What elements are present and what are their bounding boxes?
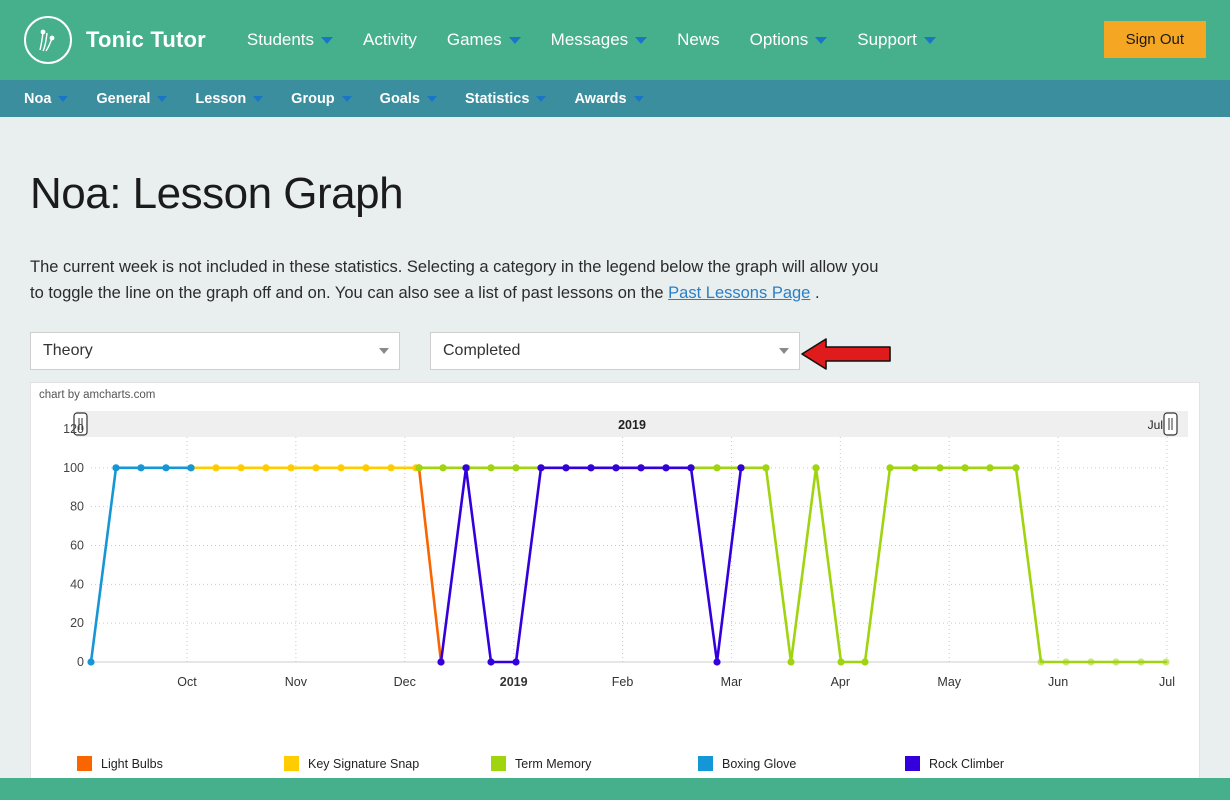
status-select-value: Completed: [443, 342, 521, 360]
lesson-graph-chart: chart by amcharts.com 2019 Jul 0 20 40 60 80 10…: [30, 382, 1200, 783]
svg-text:Nov: Nov: [285, 675, 308, 689]
nav-item-support[interactable]: Support: [842, 30, 951, 50]
chart-credit: chart by amcharts.com: [39, 389, 156, 402]
svg-text:May: May: [937, 675, 961, 689]
subnav-item-label: Group: [291, 90, 335, 107]
chevron-down-icon: [157, 95, 168, 102]
subnav-item-label: Goals: [379, 90, 420, 107]
subnav-item-general[interactable]: General: [82, 91, 181, 107]
svg-text:Jun: Jun: [1048, 675, 1068, 689]
nav-item-students[interactable]: Students: [232, 30, 348, 50]
status-select[interactable]: Completed: [430, 332, 800, 371]
legend-label: Light Bulbs: [101, 756, 163, 771]
subnav-item-goals[interactable]: Goals: [366, 91, 451, 107]
svg-text:120: 120: [63, 422, 84, 436]
subnav-item-awards[interactable]: Awards: [560, 91, 657, 107]
nav-item-label: Options: [749, 30, 809, 49]
subnav-item-group[interactable]: Group: [277, 91, 366, 107]
chart-svg[interactable]: 2019 Jul 0 20 40 60 80 100 120 Oct Nov Dec 2019 Feb Ma…: [31, 409, 1199, 769]
svg-text:Apr: Apr: [831, 675, 850, 689]
svg-text:Dec: Dec: [394, 675, 416, 689]
legend-label: Boxing Glove: [722, 756, 797, 771]
legend-label: Rock Climber: [929, 756, 1005, 771]
chevron-down-icon: [635, 36, 648, 44]
chevron-down-icon: [508, 36, 521, 44]
chevron-down-icon: [426, 95, 437, 102]
chevron-down-icon: [321, 36, 334, 44]
svg-text:20: 20: [70, 616, 84, 630]
chevron-down-icon: [633, 95, 644, 102]
brand-title[interactable]: Tonic Tutor: [86, 27, 206, 53]
sub-navigation-bar: Noa General Lesson Group Goals Statistic…: [0, 80, 1230, 117]
svg-text:40: 40: [70, 577, 84, 591]
intro-paragraph: The current week is not included in thes…: [30, 255, 890, 306]
nav-item-activity[interactable]: Activity: [348, 30, 432, 50]
subnav-item-label: Lesson: [195, 90, 247, 107]
page-title: Noa: Lesson Graph: [30, 169, 404, 218]
nav-item-games[interactable]: Games: [432, 30, 536, 50]
nav-item-label: Students: [246, 30, 315, 49]
legend-item-light-bulbs[interactable]: Light Bulbs: [77, 756, 284, 772]
legend-swatch-icon: [905, 756, 920, 772]
legend-swatch-icon: [77, 756, 92, 772]
subnav-item-label: Statistics: [464, 90, 530, 107]
subnav-item-statistics[interactable]: Statistics: [451, 91, 560, 107]
chevron-down-icon: [779, 348, 789, 355]
chevron-down-icon: [923, 36, 936, 44]
subnav-item-label: General: [96, 90, 151, 107]
svg-text:60: 60: [70, 539, 84, 553]
svg-text:Mar: Mar: [721, 675, 743, 689]
chevron-down-icon: [379, 348, 389, 355]
past-lessons-page-link[interactable]: Past Lessons Page: [668, 284, 810, 302]
intro-text-part2: .: [810, 283, 820, 302]
nav-item-options[interactable]: Options: [735, 30, 843, 50]
svg-text:Feb: Feb: [612, 675, 634, 689]
footer-strip: [0, 778, 1230, 800]
nav-item-label: Games: [446, 30, 502, 49]
svg-text:Oct: Oct: [177, 675, 197, 689]
legend-label: Key Signature Snap: [308, 756, 420, 771]
top-nav-items: Students Activity Games Messages News Op…: [232, 30, 951, 50]
legend-item-term-memory[interactable]: Term Memory: [491, 756, 698, 772]
subnav-item-lesson[interactable]: Lesson: [181, 91, 277, 107]
category-select[interactable]: Theory: [30, 332, 400, 371]
chart-legend: Light Bulbs Key Signature Snap Term Memo…: [31, 756, 1199, 772]
svg-text:0: 0: [77, 655, 84, 669]
chevron-down-icon: [815, 36, 828, 44]
svg-text:80: 80: [70, 500, 84, 514]
svg-text:Jul: Jul: [1159, 675, 1175, 689]
top-navigation-bar: Tonic Tutor Students Activity Games Mess…: [0, 0, 1230, 80]
legend-label: Term Memory: [515, 756, 592, 771]
nav-item-label: Messages: [550, 30, 629, 49]
page-content: Noa: Lesson Graph The current week is no…: [0, 169, 1230, 783]
nav-item-label: Activity: [363, 30, 417, 49]
nav-item-label: Support: [857, 30, 917, 49]
subnav-item-noa[interactable]: Noa: [24, 91, 82, 107]
legend-swatch-icon: [698, 756, 713, 772]
subnav-item-label: Awards: [574, 90, 627, 107]
chevron-down-icon: [58, 95, 69, 102]
chevron-down-icon: [253, 95, 264, 102]
red-left-arrow-icon: [801, 338, 891, 370]
category-select-value: Theory: [43, 342, 93, 360]
svg-text:2019: 2019: [500, 675, 528, 689]
svg-text:Jul: Jul: [1148, 418, 1163, 432]
legend-item-rock-climber[interactable]: Rock Climber: [905, 756, 1112, 772]
svg-text:100: 100: [63, 461, 84, 475]
subnav-item-label: Noa: [24, 90, 52, 107]
nav-item-messages[interactable]: Messages: [536, 30, 662, 50]
nav-item-news[interactable]: News: [662, 30, 735, 50]
chevron-down-icon: [536, 95, 547, 102]
legend-item-boxing-glove[interactable]: Boxing Glove: [698, 756, 905, 772]
svg-text:2019: 2019: [618, 418, 646, 432]
sign-out-button[interactable]: Sign Out: [1103, 21, 1206, 58]
legend-swatch-icon: [284, 756, 299, 772]
filter-controls: Theory Completed: [30, 332, 1200, 371]
tonic-tutor-logo-icon[interactable]: [24, 16, 72, 64]
legend-item-key-signature-snap[interactable]: Key Signature Snap: [284, 756, 491, 772]
nav-item-label: News: [677, 30, 720, 49]
legend-swatch-icon: [491, 756, 506, 772]
chevron-down-icon: [341, 95, 352, 102]
